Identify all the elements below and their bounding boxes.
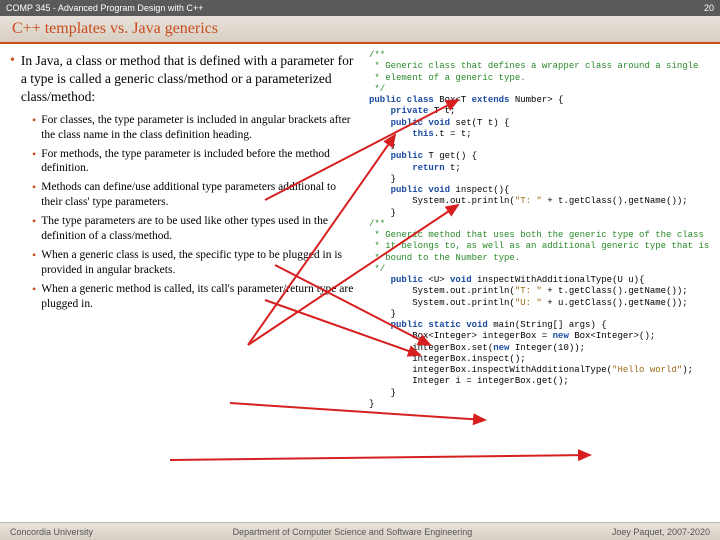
code-line: * element of a generic type. <box>369 73 712 84</box>
code-line: } <box>369 399 712 410</box>
code-line: * Generic class that defines a wrapper c… <box>369 61 712 72</box>
slide-title: C++ templates vs. Java generics <box>12 20 218 38</box>
code-line: public void inspect(){ <box>369 185 712 196</box>
code-line: this.t = t; <box>369 129 712 140</box>
sub-bullet-text: When a generic class is used, the specif… <box>41 248 355 278</box>
bullet-icon: • <box>32 180 36 210</box>
sub-bullet-text: The type parameters are to be used like … <box>41 214 355 244</box>
code-line: System.out.println("T: " + t.getClass().… <box>369 196 712 207</box>
code-line: /** <box>369 50 712 61</box>
footer-left: Concordia University <box>10 527 93 537</box>
sub-bullet: •When a generic class is used, the speci… <box>32 248 355 278</box>
main-text: In Java, a class or method that is defin… <box>21 52 355 107</box>
code-line: return t; <box>369 163 712 174</box>
code-line: Integer i = integerBox.get(); <box>369 376 712 387</box>
code-line: public T get() { <box>369 151 712 162</box>
sub-bullet: •For methods, the type parameter is incl… <box>32 147 355 177</box>
code-line: public <U> void inspectWithAdditionalTyp… <box>369 275 712 286</box>
code-line: private T t; <box>369 106 712 117</box>
code-line: /** <box>369 219 712 230</box>
code-line: * it belongs to, as well as an additiona… <box>369 241 712 252</box>
code-line: */ <box>369 264 712 275</box>
code-line: } <box>369 174 712 185</box>
code-line: System.out.println("U: " + u.getClass().… <box>369 298 712 309</box>
code-line: public void set(T t) { <box>369 118 712 129</box>
course-label: COMP 345 - Advanced Program Design with … <box>6 3 203 13</box>
top-bar: COMP 345 - Advanced Program Design with … <box>0 0 720 16</box>
code-line: Box<Integer> integerBox = new Box<Intege… <box>369 331 712 342</box>
code-line: } <box>369 388 712 399</box>
footer-center: Department of Computer Science and Softw… <box>233 527 473 537</box>
code-line: integerBox.set(new Integer(10)); <box>369 343 712 354</box>
left-column: • In Java, a class or method that is def… <box>0 44 365 522</box>
code-line: public static void main(String[] args) { <box>369 320 712 331</box>
sub-bullet-list: •For classes, the type parameter is incl… <box>10 113 355 312</box>
title-bar: C++ templates vs. Java generics <box>0 16 720 44</box>
footer: Concordia University Department of Compu… <box>0 522 720 540</box>
code-line: integerBox.inspectWithAdditionalType("He… <box>369 365 712 376</box>
code-line: } <box>369 208 712 219</box>
sub-bullet-text: For methods, the type parameter is inclu… <box>41 147 355 177</box>
code-line: public class Box<T extends Number> { <box>369 95 712 106</box>
code-line: } <box>369 309 712 320</box>
sub-bullet-text: When a generic method is called, its cal… <box>41 282 355 312</box>
bullet-icon: • <box>32 147 36 177</box>
sub-bullet: •When a generic method is called, its ca… <box>32 282 355 312</box>
bullet-icon: • <box>32 282 36 312</box>
bullet-icon: • <box>32 248 36 278</box>
page-number: 20 <box>704 3 714 13</box>
code-line: */ <box>369 84 712 95</box>
main-bullet: • In Java, a class or method that is def… <box>10 52 355 107</box>
code-line: * bound to the Number type. <box>369 253 712 264</box>
code-block: /** * Generic class that defines a wrapp… <box>365 44 720 522</box>
content-area: • In Java, a class or method that is def… <box>0 44 720 522</box>
code-line: System.out.println("T: " + t.getClass().… <box>369 286 712 297</box>
sub-bullet: •The type parameters are to be used like… <box>32 214 355 244</box>
bullet-icon: • <box>32 214 36 244</box>
code-line: } <box>369 140 712 151</box>
sub-bullet-text: For classes, the type parameter is inclu… <box>41 113 355 143</box>
bullet-icon: • <box>32 113 36 143</box>
sub-bullet: •For classes, the type parameter is incl… <box>32 113 355 143</box>
code-line: * Generic method that uses both the gene… <box>369 230 712 241</box>
code-line: integerBox.inspect(); <box>369 354 712 365</box>
bullet-icon: • <box>10 52 15 107</box>
sub-bullet-text: Methods can define/use additional type p… <box>41 180 355 210</box>
sub-bullet: •Methods can define/use additional type … <box>32 180 355 210</box>
footer-right: Joey Paquet, 2007-2020 <box>612 527 710 537</box>
